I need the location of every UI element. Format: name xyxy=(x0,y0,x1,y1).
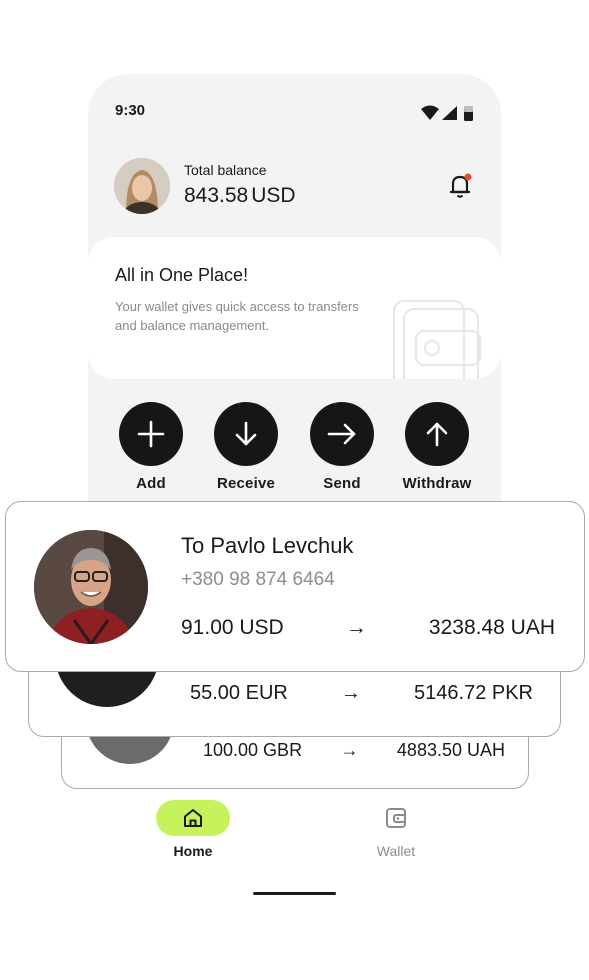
recipient-phone: +380 98 874 6464 xyxy=(181,569,335,590)
wallet-illustration-icon xyxy=(393,300,481,379)
status-time: 9:30 xyxy=(115,102,146,119)
from-amount: 91.00 USD xyxy=(181,616,284,639)
withdraw-circle[interactable] xyxy=(405,402,469,466)
wallet-icon[interactable] xyxy=(383,806,409,830)
to-amount: 3238.48 UAH xyxy=(428,616,555,639)
withdraw-button[interactable]: Withdraw xyxy=(392,402,482,492)
add-button[interactable]: Add xyxy=(106,402,196,492)
to-amount: 4883.50 UAH xyxy=(396,740,505,760)
arrow-down-icon xyxy=(235,421,257,446)
user-avatar-image xyxy=(114,158,170,214)
transfer-card-1[interactable]: To Pavlo Levchuk +380 98 874 6464 91.00 … xyxy=(5,501,585,672)
to-amount: 5146.72 PKR xyxy=(414,682,533,704)
promo-title: All in One Place! xyxy=(115,265,249,285)
total-balance-label: Total balance xyxy=(184,162,267,178)
conversion-row: 91.00 USD → 3238.48 UAH xyxy=(181,616,555,640)
conversion-row: 100.00 GBR → 4883.50 UAH xyxy=(203,740,505,761)
balance-amount: 843.58 xyxy=(184,184,249,207)
nav-wallet-label[interactable]: Wallet xyxy=(353,843,439,859)
withdraw-label: Withdraw xyxy=(402,475,472,492)
balance-currency: USD xyxy=(251,184,296,207)
send-label: Send xyxy=(323,475,361,492)
receive-label: Receive xyxy=(216,475,276,492)
recipient-avatar-image xyxy=(34,530,148,644)
nav-home-label[interactable]: Home xyxy=(150,843,236,859)
from-amount: 100.00 GBR xyxy=(203,740,303,760)
send-button[interactable]: Send xyxy=(297,402,387,492)
arrow-right-icon: → xyxy=(345,616,367,639)
nav-home-button[interactable] xyxy=(156,800,230,836)
from-amount: 55.00 EUR xyxy=(190,682,288,704)
home-indicator xyxy=(253,892,336,895)
promo-card: All in One Place! Your wallet gives quic… xyxy=(88,237,501,379)
recipient-name: To Pavlo Levchuk xyxy=(181,533,354,558)
send-circle[interactable] xyxy=(310,402,374,466)
plus-icon xyxy=(137,420,165,448)
total-balance-value: 843.58 USD xyxy=(184,184,296,208)
home-icon xyxy=(184,809,202,827)
recipient-avatar xyxy=(34,530,148,644)
add-label: Add xyxy=(136,475,166,492)
notification-bell-icon[interactable] xyxy=(448,172,474,200)
arrow-right-icon: → xyxy=(340,682,361,704)
receive-button[interactable]: Receive xyxy=(201,402,291,492)
promo-text: Your wallet gives quick access to transf… xyxy=(115,299,359,333)
notification-dot xyxy=(464,173,472,181)
status-icons xyxy=(420,104,476,122)
conversion-row: 55.00 EUR → 5146.72 PKR xyxy=(190,682,533,705)
wifi-icon xyxy=(421,105,473,121)
arrow-up-icon xyxy=(426,422,448,447)
receive-circle[interactable] xyxy=(214,402,278,466)
arrow-right-icon xyxy=(327,423,356,445)
arrow-right-icon: → xyxy=(340,740,359,760)
user-avatar[interactable] xyxy=(114,158,170,214)
add-circle[interactable] xyxy=(119,402,183,466)
